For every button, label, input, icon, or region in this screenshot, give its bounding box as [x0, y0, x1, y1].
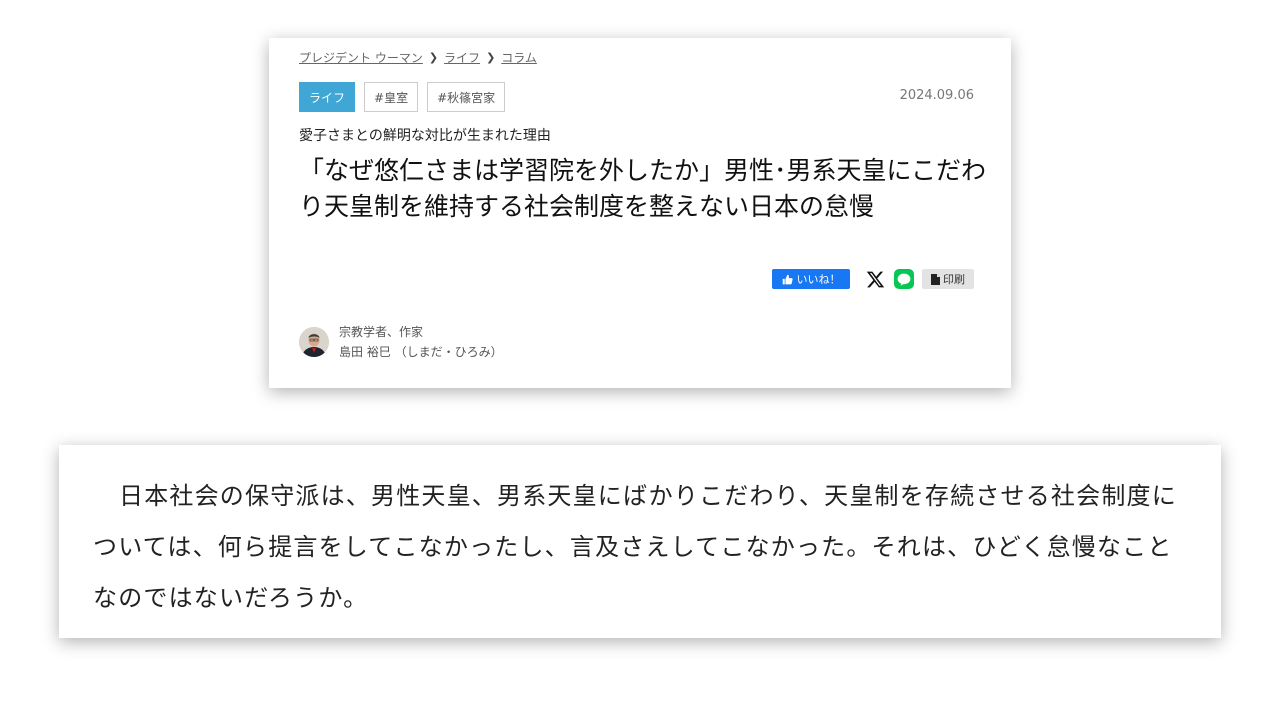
author-name[interactable]: 島田 裕巳 （しまだ・ひろみ）: [339, 342, 503, 362]
chevron-right-icon: ❯: [486, 51, 496, 64]
author-avatar: [299, 327, 329, 357]
tag-category-life[interactable]: ライフ: [299, 82, 356, 112]
breadcrumb-link-column[interactable]: コラム: [501, 49, 537, 66]
author-info: 宗教学者、作家 島田 裕巳 （しまだ・ひろみ）: [299, 322, 503, 362]
share-bar: いいね！ 印刷: [772, 268, 974, 290]
facebook-like-button[interactable]: いいね！: [772, 269, 850, 289]
pull-quote-card: 日本社会の保守派は、男性天皇、男系天皇にばかりこだわり、天皇制を存続させる社会制…: [59, 445, 1221, 638]
author-text: 宗教学者、作家 島田 裕巳 （しまだ・ひろみ）: [339, 322, 503, 362]
publish-date: 2024.09.06: [899, 88, 974, 103]
breadcrumb-link-life[interactable]: ライフ: [444, 49, 480, 66]
breadcrumb: プレジデント ウーマン ❯ ライフ ❯ コラム: [299, 49, 537, 66]
tag-imperial-household[interactable]: #皇室: [364, 82, 419, 112]
tag-akishino[interactable]: #秋篠宮家: [427, 82, 506, 112]
article-header-card: プレジデント ウーマン ❯ ライフ ❯ コラム ライフ #皇室 #秋篠宮家 20…: [269, 38, 1011, 388]
thumbs-up-icon: [782, 274, 793, 284]
x-share-icon[interactable]: [864, 268, 886, 290]
breadcrumb-link-president-woman[interactable]: プレジデント ウーマン: [299, 49, 423, 66]
print-label: 印刷: [943, 273, 965, 286]
pull-quote-text: 日本社会の保守派は、男性天皇、男系天皇にばかりこだわり、天皇制を存続させる社会制…: [93, 482, 1177, 612]
article-title: 「なぜ悠仁さまは学習院を外したか」男性･男系天皇にこだわり天皇制を維持する社会制…: [299, 156, 987, 221]
print-button[interactable]: 印刷: [922, 269, 974, 289]
chevron-right-icon: ❯: [428, 51, 439, 64]
article-subtitle: 愛子さまとの鮮明な対比が生まれた理由: [299, 128, 551, 144]
document-icon: [931, 273, 940, 285]
author-role: 宗教学者、作家: [339, 325, 424, 339]
line-share-icon[interactable]: [894, 269, 914, 289]
tag-list: ライフ #皇室 #秋篠宮家: [299, 82, 506, 112]
like-label: いいね！: [796, 273, 841, 286]
